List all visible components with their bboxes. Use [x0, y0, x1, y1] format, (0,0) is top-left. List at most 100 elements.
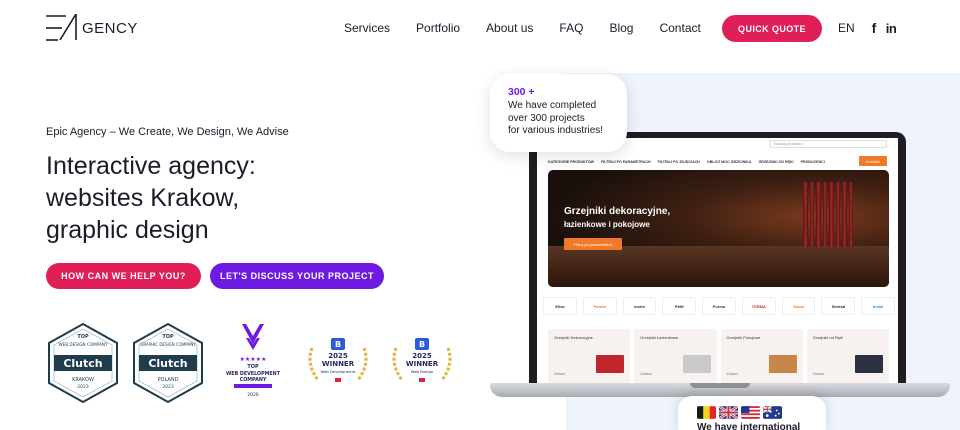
winner-web-development-badge[interactable]: B 2025 WINNER Web Development — [304, 336, 372, 392]
brand-logo: PMH — [662, 297, 697, 315]
screen-hero-subtitle: łazienkowe i pokojowe — [564, 220, 650, 229]
badge-winner-text: WINNER — [322, 360, 355, 368]
how-can-we-help-button[interactable]: HOW CAN WE HELP YOU? — [46, 263, 201, 289]
screen-search-input: Szukaj produktu — [769, 140, 887, 148]
badge-place-text: POLAND — [158, 377, 179, 383]
brand-logo: TERMA — [741, 297, 776, 315]
nav-faq[interactable]: FAQ — [559, 20, 583, 36]
card-more-link: Zobacz — [554, 372, 566, 376]
headline-line: Interactive agency: — [46, 152, 256, 180]
screen-nav-item: FILTRUJ PO PARAMETRACH — [601, 160, 651, 164]
australia-flag-icon — [763, 406, 782, 419]
brand-logo: Purmo — [702, 297, 736, 315]
projects-bubble: 300 + We have completed over 300 project… — [490, 74, 627, 152]
badge-year-text: 2026 — [247, 392, 259, 398]
discuss-project-button[interactable]: LET'S DISCUSS YOUR PROJECT — [210, 263, 384, 289]
badge-place-text: KRAKOW — [72, 377, 94, 383]
screen-nav-item: OBLICZ MOC GRZEJNIKA — [706, 160, 752, 164]
card-more-link: Zobacz — [812, 372, 825, 376]
card-more-link: Zobacz — [726, 372, 738, 376]
brand-logo: Purmo — [582, 297, 617, 315]
winner-web-design-badge[interactable]: B 2025 WINNER Web Design — [388, 336, 456, 392]
badge-winner-text: WINNER — [406, 360, 439, 368]
radiator-thumbnail — [682, 355, 711, 373]
clutch-graphic-design-badge[interactable]: TOP GRAPHIC DESIGN COMPANY Clutch POLAND… — [131, 322, 205, 404]
svg-text:B: B — [335, 340, 341, 349]
bubble-line: We have completed — [508, 100, 597, 111]
screen-nav-item: GRZEJNIKI OD RĘKI — [758, 160, 794, 164]
screen-nav: KATEGORIE PRODUKTÓW FILTRUJ PO PARAMETRA… — [537, 156, 898, 168]
hero-kicker: Epic Agency – We Create, We Design, We A… — [46, 126, 289, 138]
facebook-icon[interactable]: f — [867, 20, 881, 36]
international-text: We have international — [697, 422, 801, 430]
uk-flag-icon — [719, 406, 738, 419]
badge-top-text: TOP — [247, 364, 259, 370]
bubble-line: over 300 projects — [508, 112, 585, 124]
badge-category-text: Web Development — [320, 369, 356, 374]
quick-quote-button[interactable]: QUICK QUOTE — [722, 15, 822, 42]
nav-portfolio[interactable]: Portfolio — [416, 20, 460, 36]
brand-logo: Eliza — [543, 297, 577, 315]
screen-nav-item: KATEGORIE PRODUKTÓW — [548, 160, 595, 164]
screen-category-cards: Grzejniki Dekoracyjne Zobacz Grzejniki Ł… — [548, 329, 889, 383]
card-title: Grzejniki Dekoracyjne — [554, 335, 593, 340]
logo[interactable]: GENCY — [46, 14, 138, 42]
site-header: GENCY Services Portfolio About us FAQ Bl… — [0, 0, 960, 58]
screen-category-card: Grzejniki Łazienkowe Zobacz — [634, 329, 717, 383]
screen-brand-row: Eliza Purmo mario PMH Purmo TERMA Vasco … — [543, 294, 896, 318]
brand-logo: mario — [622, 297, 657, 315]
nav-services[interactable]: Services — [344, 20, 390, 36]
nav-blog[interactable]: Blog — [609, 20, 633, 36]
top-web-development-badge[interactable]: ★★★★★ TOP WEB DEVELOPMENT COMPANY 2026 — [224, 322, 282, 402]
nav-contact[interactable]: Contact — [659, 20, 700, 36]
international-card: We have international — [678, 396, 826, 430]
logo-text: GENCY — [82, 19, 138, 37]
badge-line1-text: WEB DEVELOPMENT — [226, 371, 281, 377]
badge-brand-text: Clutch — [63, 357, 102, 370]
brand-logo: Vasco — [781, 297, 816, 315]
badge-year-text: 2023 — [162, 384, 174, 390]
headline-line: websites Krakow, — [46, 184, 240, 212]
projects-text: We have completed over 300 projects for … — [508, 100, 609, 138]
screen-floor — [548, 246, 889, 287]
screen-category-card: Grzejniki Pokojowe Zobacz — [720, 329, 803, 383]
badge-category-text: WEB DESIGN COMPANY — [58, 342, 108, 347]
bubble-line: for various industries! — [508, 125, 604, 136]
screen-nav-item: PRODUCENCI — [800, 160, 825, 164]
badge-category-text: Web Design — [411, 369, 434, 374]
radiator-thumbnail — [855, 355, 883, 373]
radiator-thumbnail — [768, 355, 797, 373]
usa-flag-icon — [741, 406, 760, 419]
badge-year-text: 2023 — [77, 384, 89, 390]
radiator-thumbnail — [596, 355, 625, 373]
svg-text:B: B — [419, 340, 425, 349]
screen-category-card: Grzejniki Dekoracyjne Zobacz — [548, 329, 631, 383]
projects-count: 300 + — [508, 86, 535, 98]
screen-category-card: Grzejniki od Ręki Zobacz — [806, 329, 889, 383]
linkedin-icon[interactable]: in — [884, 20, 898, 36]
screen-hero-button: Filtruj po parametrach — [564, 238, 622, 250]
laptop-screen: ☎ ✉ Szukaj produktu KATEGORIE PRODUKTÓW … — [537, 138, 898, 383]
flags-row — [697, 406, 782, 419]
badge-category-text: GRAPHIC DESIGN COMPANY — [140, 342, 196, 347]
language-switcher[interactable]: EN — [838, 21, 855, 35]
nav-about-us[interactable]: About us — [486, 20, 533, 36]
card-title: Grzejniki Pokojowe — [726, 335, 761, 340]
card-more-link: Zobacz — [640, 372, 652, 376]
belgium-flag-icon — [697, 406, 716, 419]
logo-mark-icon — [46, 14, 77, 41]
badge-year-text: 2025 — [328, 352, 348, 360]
screen-hero-banner: Grzejniki dekoracyjne, łazienkowe i poko… — [548, 170, 889, 287]
badge-top-text: TOP — [162, 334, 174, 340]
clutch-web-design-badge[interactable]: TOP WEB DESIGN COMPANY Clutch KRAKOW 202… — [46, 322, 120, 404]
badge-year-text: 2025 — [412, 352, 432, 360]
badge-brand-text: Clutch — [148, 357, 187, 370]
screen-nav-item: FILTRUJ PO ZDJĘCIACH — [657, 160, 700, 164]
card-title: Grzejniki od Ręki — [812, 335, 843, 340]
brand-logo: Instal — [861, 297, 896, 315]
radiator-image — [803, 182, 853, 248]
screen-contact-button: Kontakt — [859, 156, 887, 166]
screen-hero-title: Grzejniki dekoracyjne, — [564, 206, 671, 217]
brand-logo: Stelrad — [821, 297, 856, 315]
badge-line2-text: COMPANY — [240, 377, 267, 383]
